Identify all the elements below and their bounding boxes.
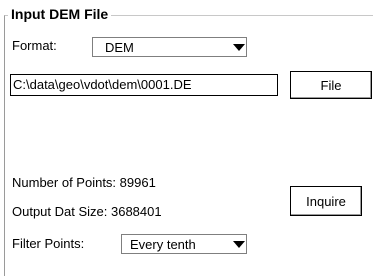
group-title: Input DEM File (8, 6, 112, 22)
dropdown-arrow-icon (232, 235, 246, 253)
file-path-input[interactable]: C:\data\geo\vdot\dem\0001.DE (10, 74, 278, 96)
filter-points-value: Every tenth (130, 236, 196, 252)
filter-points-label: Filter Points: (12, 236, 85, 251)
format-label: Format: (12, 38, 57, 53)
dropdown-arrow-icon (232, 38, 246, 56)
number-of-points: Number of Points: 89961 (12, 175, 156, 190)
filter-points-dropdown[interactable]: Every tenth (121, 234, 247, 254)
format-dropdown[interactable]: DEM (92, 37, 247, 57)
inquire-button[interactable]: Inquire (290, 186, 362, 216)
output-dat-size: Output Dat Size: 3688401 (12, 204, 162, 219)
format-value: DEM (105, 39, 134, 55)
file-button[interactable]: File (290, 71, 372, 99)
